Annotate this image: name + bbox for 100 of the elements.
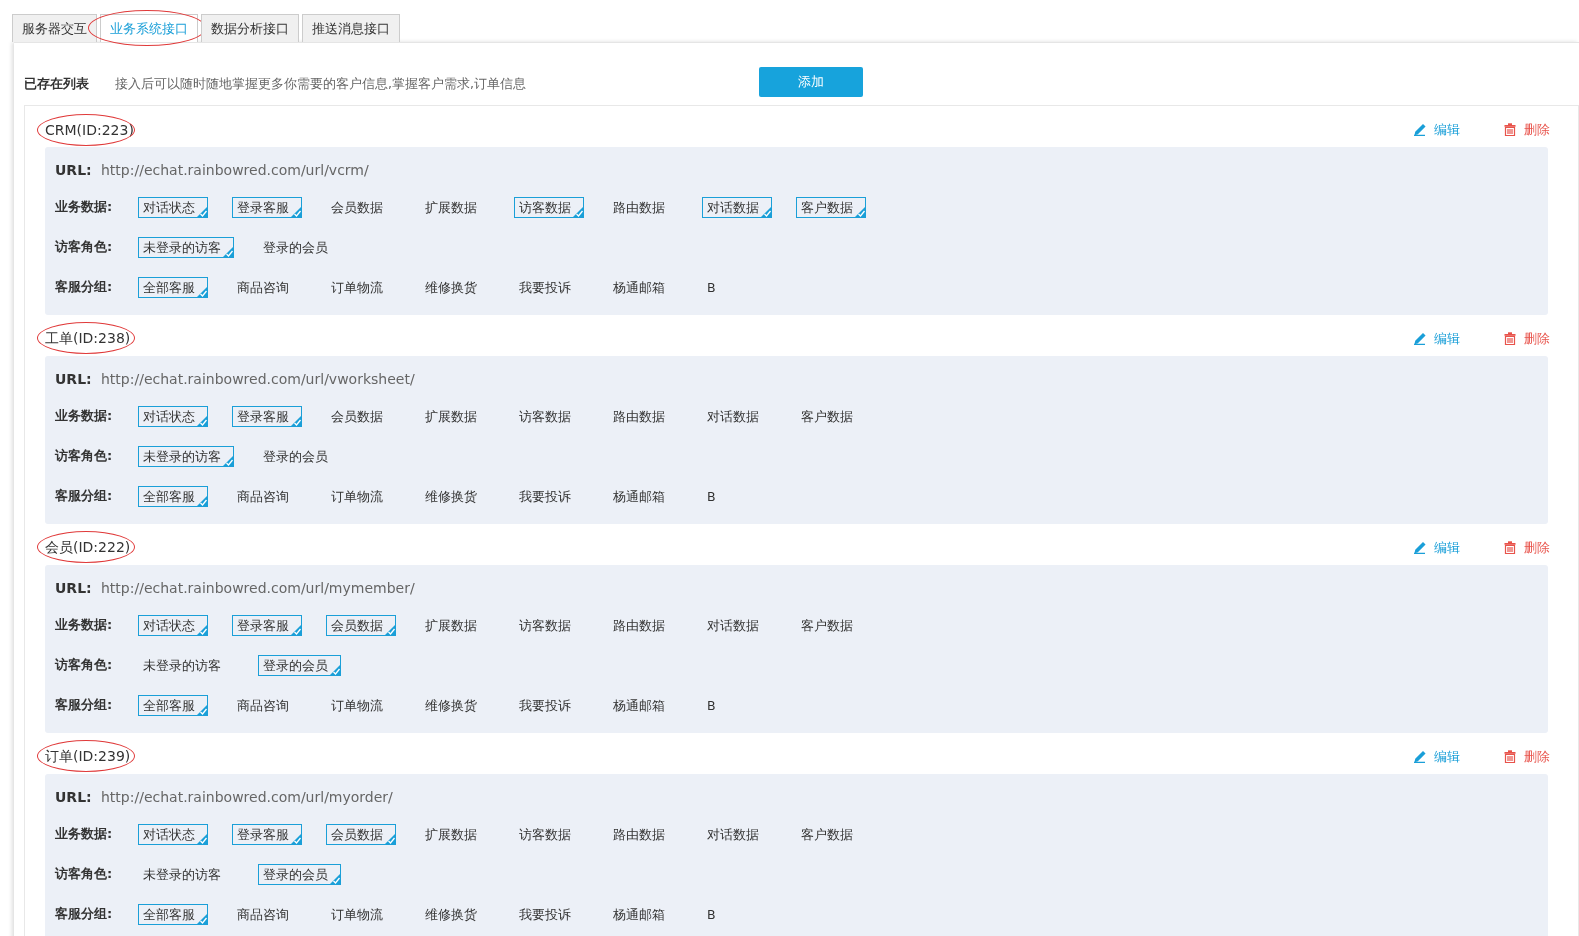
option-checkbox[interactable]: 路由数据 [608, 196, 678, 218]
option-checkbox[interactable]: 登录的会员 [258, 236, 341, 258]
option-checkbox[interactable]: 客户数据 [796, 823, 866, 845]
option-checkbox[interactable]: 会员数据 [326, 823, 396, 845]
option-checkbox[interactable]: 会员数据 [326, 614, 396, 636]
row-label: 客服分组: [55, 278, 114, 296]
option-checkbox[interactable]: 访客数据 [514, 196, 584, 218]
option-checkbox[interactable]: 登录的会员 [258, 654, 341, 676]
option-checkbox[interactable]: 路由数据 [608, 823, 678, 845]
option-checkbox[interactable]: 访客数据 [514, 405, 584, 427]
check-icon [196, 912, 208, 925]
option-checkbox[interactable]: 全部客服 [138, 903, 208, 925]
option-checkbox[interactable]: 对话状态 [138, 614, 208, 636]
option-checkbox[interactable]: 杨通邮箱 [608, 903, 678, 925]
check-icon [329, 872, 341, 885]
option-checkbox[interactable]: 杨通邮箱 [608, 485, 678, 507]
option-checkbox[interactable]: 订单物流 [326, 485, 396, 507]
row-label: 访客角色: [55, 238, 114, 256]
option-checkbox[interactable]: 登录客服 [232, 196, 302, 218]
option-checkbox[interactable]: 会员数据 [326, 196, 396, 218]
check-icon [196, 494, 208, 507]
option-checkbox[interactable]: 扩展数据 [420, 196, 490, 218]
option-checkbox[interactable]: 订单物流 [326, 903, 396, 925]
option-checkbox[interactable]: 未登录的访客 [138, 236, 234, 258]
option-checkbox[interactable]: 访客数据 [514, 823, 584, 845]
delete-link[interactable]: 删除 [1504, 323, 1550, 348]
url-text: http://echat.rainbowred.com/url/vcrm/ [101, 162, 369, 178]
option-checkbox[interactable]: 客户数据 [796, 196, 866, 218]
option-checkbox[interactable]: 商品咨询 [232, 694, 302, 716]
row-label: 访客角色: [55, 865, 114, 883]
delete-link[interactable]: 删除 [1504, 741, 1550, 766]
check-icon [196, 832, 208, 845]
option-checkbox[interactable]: 对话数据 [702, 196, 772, 218]
option-checkbox[interactable]: 登录客服 [232, 614, 302, 636]
option-checkbox[interactable]: 访客数据 [514, 614, 584, 636]
row-label: 访客角色: [55, 656, 114, 674]
option-checkbox[interactable]: 客户数据 [796, 405, 866, 427]
option-checkbox[interactable]: 登录的会员 [258, 445, 341, 467]
url-label: URL: [55, 162, 93, 178]
option-checkbox[interactable]: 登录客服 [232, 823, 302, 845]
check-icon [290, 623, 302, 636]
option-checkbox[interactable]: 维修换货 [420, 276, 490, 298]
option-checkbox[interactable]: B [702, 485, 764, 507]
option-checkbox[interactable]: 全部客服 [138, 276, 208, 298]
option-checkbox[interactable]: 我要投诉 [514, 485, 584, 507]
delete-link[interactable]: 删除 [1504, 114, 1550, 139]
option-checkbox[interactable]: 杨通邮箱 [608, 276, 678, 298]
option-checkbox[interactable]: B [702, 903, 764, 925]
option-checkbox[interactable]: 全部客服 [138, 694, 208, 716]
option-checkbox[interactable]: 商品咨询 [232, 903, 302, 925]
tab[interactable]: 服务器交互 [12, 14, 97, 42]
option-checkbox[interactable]: 扩展数据 [420, 614, 490, 636]
row-label: 客服分组: [55, 905, 114, 923]
option-checkbox[interactable]: B [702, 276, 764, 298]
row-label: 业务数据: [55, 198, 114, 216]
row-label: 访客角色: [55, 447, 114, 465]
check-icon [572, 205, 584, 218]
option-checkbox[interactable]: B [702, 694, 764, 716]
option-checkbox[interactable]: 登录客服 [232, 405, 302, 427]
tab[interactable]: 数据分析接口 [201, 14, 299, 42]
option-checkbox[interactable]: 未登录的访客 [138, 863, 234, 885]
option-checkbox[interactable]: 客户数据 [796, 614, 866, 636]
option-checkbox[interactable]: 订单物流 [326, 694, 396, 716]
option-checkbox[interactable]: 未登录的访客 [138, 445, 234, 467]
check-icon [196, 623, 208, 636]
url-label: URL: [55, 789, 93, 805]
option-checkbox[interactable]: 全部客服 [138, 485, 208, 507]
option-checkbox[interactable]: 维修换货 [420, 485, 490, 507]
option-checkbox[interactable]: 对话数据 [702, 823, 772, 845]
option-checkbox[interactable]: 路由数据 [608, 614, 678, 636]
row-label: 客服分组: [55, 696, 114, 714]
option-checkbox[interactable]: 我要投诉 [514, 276, 584, 298]
option-checkbox[interactable]: 订单物流 [326, 276, 396, 298]
check-icon [384, 623, 396, 636]
option-checkbox[interactable]: 我要投诉 [514, 694, 584, 716]
option-checkbox[interactable]: 对话数据 [702, 614, 772, 636]
interface-title: 订单(ID:239) [45, 747, 131, 766]
pencil-icon [1413, 541, 1426, 554]
option-checkbox[interactable]: 路由数据 [608, 405, 678, 427]
option-checkbox[interactable]: 商品咨询 [232, 485, 302, 507]
option-checkbox[interactable]: 我要投诉 [514, 903, 584, 925]
option-checkbox[interactable]: 对话数据 [702, 405, 772, 427]
option-checkbox[interactable]: 扩展数据 [420, 405, 490, 427]
check-icon [222, 245, 234, 258]
trash-icon [1504, 332, 1516, 345]
option-checkbox[interactable]: 扩展数据 [420, 823, 490, 845]
option-checkbox[interactable]: 维修换货 [420, 903, 490, 925]
option-checkbox[interactable]: 维修换货 [420, 694, 490, 716]
interface-title: CRM(ID:223) [45, 121, 134, 138]
option-checkbox[interactable]: 会员数据 [326, 405, 396, 427]
tab[interactable]: 推送消息接口 [302, 14, 400, 42]
option-checkbox[interactable]: 对话状态 [138, 196, 208, 218]
hint-text: 接入后可以随时随地掌握更多你需要的客户信息,掌握客户需求,订单信息 [115, 76, 526, 93]
option-checkbox[interactable]: 对话状态 [138, 405, 208, 427]
option-checkbox[interactable]: 未登录的访客 [138, 654, 234, 676]
delete-link[interactable]: 删除 [1504, 532, 1550, 557]
option-checkbox[interactable]: 登录的会员 [258, 863, 341, 885]
option-checkbox[interactable]: 商品咨询 [232, 276, 302, 298]
option-checkbox[interactable]: 杨通邮箱 [608, 694, 678, 716]
option-checkbox[interactable]: 对话状态 [138, 823, 208, 845]
